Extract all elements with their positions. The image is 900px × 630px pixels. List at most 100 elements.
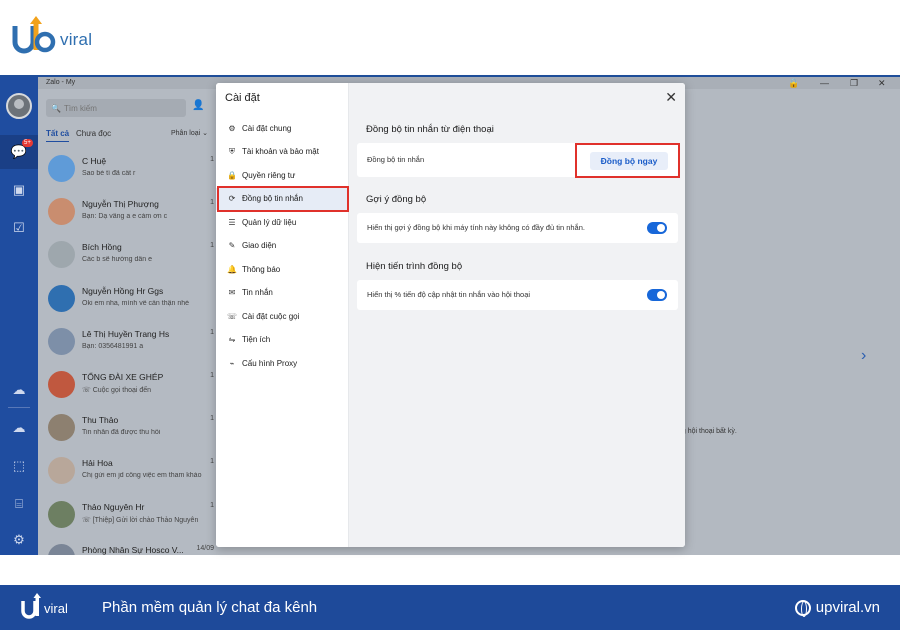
progress-toggle[interactable] [647, 289, 667, 301]
sync-label: Đồng bộ tin nhắn [367, 155, 425, 164]
brand-header: viral [0, 0, 900, 75]
conversation-name: Nguyễn Thị Phượng [82, 199, 159, 210]
conversation-time: 1 [210, 156, 214, 163]
settings-nav-item[interactable]: 🔔 Thông báo [216, 258, 349, 280]
conversation-list: 🔍 👤 Tất cả Chưa đọc Phân loại ⌄ C Huệ Sao… [38, 89, 216, 555]
user-avatar[interactable] [6, 93, 32, 119]
settings-nav-item[interactable]: ⟳ Đồng bộ tin nhắn [216, 187, 349, 210]
brush-icon: ✎ [228, 241, 236, 250]
conversation-item[interactable]: Nguyễn Thị Phượng Bạn: Dạ vâng a e cảm ơn… [38, 192, 216, 235]
window-title: Zalo - My [46, 79, 76, 86]
conversation-preview: Sao bé tí đã cất r [82, 170, 136, 177]
lock-icon[interactable]: 🔒 [788, 78, 799, 88]
add-friend-icon[interactable]: 👤 [192, 100, 204, 111]
settings-nav-label: Cài đặt cuộc gọi [242, 311, 300, 321]
conversation-preview: Bạn: 0356481991 a [82, 342, 144, 350]
conversation-item[interactable]: Thảo Nguyên Hr ☏ [Thiệp] Gửi lời chào Thả… [38, 495, 216, 538]
crop-icon: ⬚ [12, 458, 26, 473]
settings-nav-item[interactable]: 🔒 Quyền riêng tư [216, 164, 349, 186]
chevron-right-icon[interactable]: › [861, 347, 866, 365]
settings-nav-label: Thông báo [242, 264, 281, 274]
conversation-item[interactable]: C Huệ Sao bé tí đã cất r 1 [38, 149, 216, 192]
conversation-name: Lê Thị Huyền Trang Hs [82, 328, 170, 339]
conversation-time: 1 [210, 415, 214, 423]
conversation-name: Nguyễn Hồng Hr Ggs [82, 285, 164, 296]
conversation-time: 1 [210, 458, 214, 466]
tab-unread[interactable]: Chưa đọc [76, 129, 111, 138]
classify-dropdown[interactable]: Phân loại ⌄ [171, 129, 208, 137]
cloud-sync-nav-button[interactable]: ☁ [0, 373, 38, 407]
settings-nav-label: Tin nhắn [242, 288, 273, 297]
progress-card: Hiển thị % tiến độ cập nhật tin nhắn vào… [357, 280, 678, 310]
progress-label: Hiển thị % tiến độ cập nhật tin nhắn vào… [367, 290, 531, 299]
avatar [48, 241, 75, 269]
sync-now-button[interactable]: Đồng bộ ngay [590, 152, 668, 170]
settings-nav-label: Giao diện [242, 241, 277, 250]
progress-section-title: Hiện tiến trình đồng bộ [366, 261, 463, 272]
suggest-toggle[interactable] [647, 222, 667, 234]
conversation-preview: Oki em nha, mình về cần thận nhé [82, 299, 190, 307]
settings-nav-label: Quyền riêng tư [242, 170, 296, 180]
footer-banner: viral Phần mềm quản lý chat đa kênh upvi… [0, 585, 900, 630]
tab-all[interactable]: Tất cả [46, 129, 70, 142]
chat-nav-button[interactable]: 💬 5+ [0, 135, 38, 169]
conversation-item[interactable]: Bích Hồng Các b sẽ hướng dẫn e 1 [38, 235, 216, 278]
maximize-button[interactable]: ❐ [850, 78, 858, 88]
avatar [48, 284, 75, 312]
rail-divider [8, 407, 30, 408]
window-close-button[interactable]: ✕ [878, 78, 886, 88]
settings-nav-item[interactable]: ☰ Quản lý dữ liệu [216, 211, 349, 233]
contacts-nav-button[interactable]: ▣ [0, 173, 38, 207]
lock-icon: 🔒 [227, 170, 237, 180]
upviral-logo-mark [12, 16, 56, 54]
close-icon[interactable]: ✕ [665, 89, 677, 106]
minimize-button[interactable]: — [820, 78, 829, 88]
conversation-time: 1 [210, 242, 214, 250]
settings-nav-label: Quản lý dữ liệu [242, 217, 297, 227]
conversation-preview: Các b sẽ hướng dẫn e [82, 256, 152, 264]
avatar [48, 327, 75, 355]
settings-nav-item[interactable]: ⌁ Cấu hình Proxy [216, 352, 349, 374]
briefcase-nav-button[interactable]: ⌸ [0, 487, 38, 521]
settings-content: ✕ Đồng bộ tin nhắn từ điện thoại Đồng bộ… [349, 83, 685, 547]
conversation-item[interactable]: Thu Thảo Tin nhắn đã được thu hồi 1 [38, 408, 216, 451]
conversation-item[interactable]: TỔNG ĐÀI XE GHÉP ☏ Cuộc gọi thoại đến 1 [38, 365, 216, 408]
globe-icon [794, 599, 811, 617]
conversation-name: TỔNG ĐÀI XE GHÉP [82, 372, 164, 382]
contacts-icon: ▣ [12, 182, 26, 197]
conversation-item[interactable]: Phòng Nhân Sự Hosco V... 14/09 [38, 538, 216, 555]
settings-nav-label: Đồng bộ tin nhắn [242, 194, 303, 203]
search-box[interactable]: 🔍 [46, 99, 186, 117]
settings-nav-item[interactable]: ✉ Tin nhắn [216, 282, 349, 304]
settings-nav-label: Tiện ích [242, 335, 271, 344]
settings-nav-item[interactable]: ⚙ Cài đặt chung [216, 117, 349, 139]
todo-nav-button[interactable]: ☑ [0, 211, 38, 245]
conversation-name: Bích Hồng [82, 242, 122, 253]
settings-nav-item[interactable]: ✎ Giao diện [216, 235, 349, 257]
footer-logo: viral [20, 592, 90, 624]
screenshot-nav-button[interactable]: ⬚ [0, 449, 38, 483]
settings-nav-item[interactable]: ⇋ Tiện ích [216, 329, 349, 351]
shield-icon: ⛨ [229, 146, 235, 156]
settings-title: Cài đặt [225, 92, 260, 104]
conversation-item[interactable]: Lê Thị Huyền Trang Hs Bạn: 0356481991 a 1 [38, 322, 216, 365]
suggest-label: Hiển thị gợi ý đồng bộ khi máy tính này … [367, 223, 585, 232]
conversation-time: 1 [210, 372, 214, 379]
suggest-card: Hiển thị gợi ý đồng bộ khi máy tính này … [357, 213, 678, 243]
cloud-icon: ☁ [12, 420, 26, 435]
sync-card: Đồng bộ tin nhắn Đồng bộ ngay [357, 143, 678, 177]
search-input[interactable] [63, 103, 174, 113]
settings-nav-item[interactable]: ⛨ Tài khoản và bảo mật [216, 141, 349, 163]
avatar [48, 371, 75, 398]
cloud-nav-button[interactable]: ☁ [0, 411, 38, 445]
settings-nav-button[interactable]: ⚙ [0, 523, 38, 555]
phone-icon: ☏ [226, 311, 237, 321]
conversation-item[interactable]: Hải Hoa Chị gửi em jd công việc em tham k… [38, 451, 216, 494]
settings-nav-item[interactable]: ☏ Cài đặt cuộc gọi [216, 305, 349, 327]
conversation-time: 1 [210, 199, 214, 207]
database-icon: ☰ [228, 217, 236, 227]
avatar [48, 198, 75, 226]
footer-site[interactable]: upviral.vn [794, 599, 880, 617]
conversation-item[interactable]: Nguyễn Hồng Hr Ggs Oki em nha, mình về cầ… [38, 279, 216, 322]
unread-badge: 5+ [22, 139, 33, 147]
